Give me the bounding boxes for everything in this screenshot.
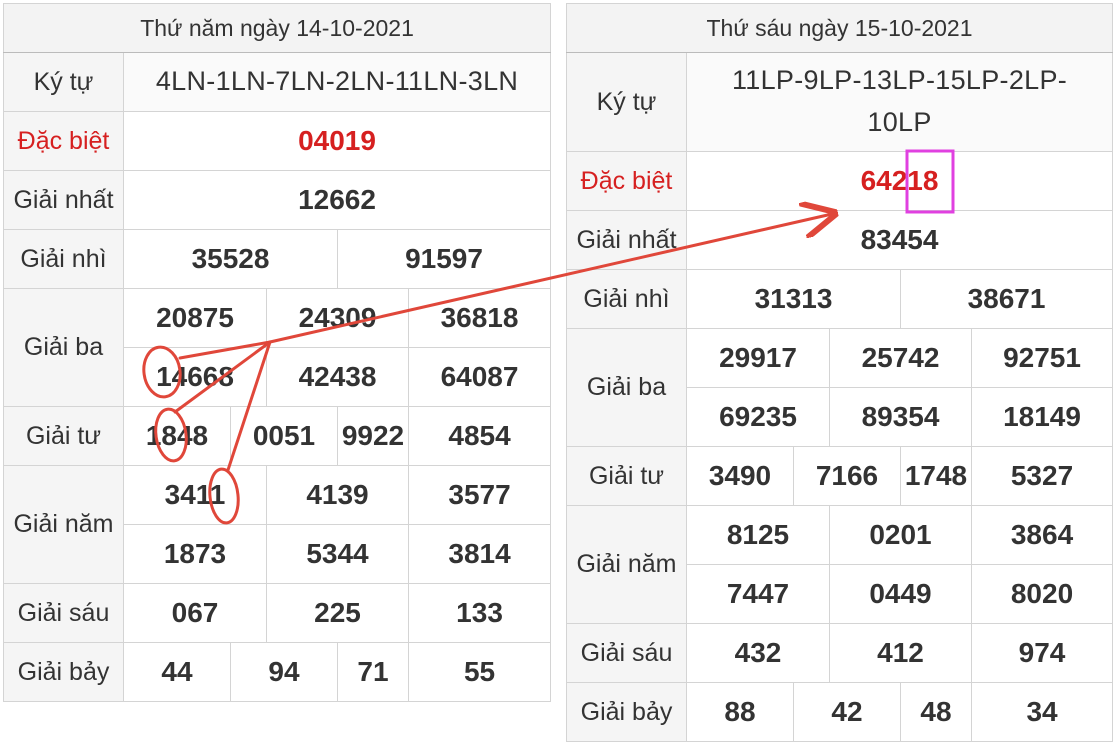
giai-nam-value: 8020	[970, 564, 1114, 624]
giai-nam-value: 7447	[686, 564, 830, 624]
label-giai-tu: Giải tư	[3, 406, 124, 466]
giai-nhi-value: 38671	[899, 269, 1114, 329]
label-giai-sau: Giải sáu	[566, 623, 687, 683]
giai-nhat-value: 83454	[685, 210, 1114, 270]
label-giai-sau: Giải sáu	[3, 583, 124, 643]
results-table-2021-10-14: Thứ năm ngày 14-10-2021 Ký tự 4LN-1LN-7L…	[2, 3, 552, 702]
giai-tu-value: 4854	[407, 406, 552, 466]
giai-tu-value: 5327	[970, 446, 1114, 506]
giai-sau-value: 412	[829, 623, 972, 683]
table-header-date: Thứ năm ngày 14-10-2021	[2, 3, 552, 53]
label-giai-nhat: Giải nhất	[566, 210, 687, 270]
giai-nam-value: 8125	[686, 505, 830, 565]
giai-ba-value: 20875	[123, 288, 267, 348]
giai-ba-value: 18149	[970, 387, 1114, 447]
giai-nam-value: 3577	[407, 465, 552, 525]
giai-tu-value: 7166	[793, 446, 901, 506]
label-giai-ba: Giải ba	[3, 288, 124, 407]
giai-tu-value: 1748	[900, 446, 972, 506]
giai-nhat-value: 12662	[122, 170, 552, 230]
giai-ba-value: 25742	[829, 328, 972, 388]
giai-sau-value: 432	[686, 623, 830, 683]
label-giai-nam: Giải năm	[566, 505, 687, 624]
giai-ba-value: 89354	[829, 387, 972, 447]
label-giai-bay: Giải bảy	[3, 642, 124, 702]
ky-tu-value: 4LN-1LN-7LN-2LN-11LN-3LN	[122, 52, 552, 112]
giai-bay-value: 48	[900, 682, 972, 742]
table-header-date: Thứ sáu ngày 15-10-2021	[565, 3, 1114, 53]
giai-nhi-value: 91597	[336, 229, 552, 289]
giai-nam-value: 3411	[123, 465, 267, 525]
label-giai-tu: Giải tư	[566, 446, 687, 506]
dac-biet-value: 64218	[685, 151, 1114, 211]
giai-sau-value: 133	[407, 583, 552, 643]
giai-nhi-value: 31313	[686, 269, 901, 329]
giai-ba-value: 29917	[686, 328, 830, 388]
giai-bay-value: 94	[230, 642, 338, 702]
giai-bay-value: 34	[970, 682, 1114, 742]
giai-tu-value: 3490	[686, 446, 794, 506]
label-dac-biet: Đặc biệt	[566, 151, 687, 211]
label-giai-nhat: Giải nhất	[3, 170, 124, 230]
giai-tu-value: 1848	[123, 406, 231, 466]
giai-sau-value: 974	[970, 623, 1114, 683]
giai-bay-value: 42	[793, 682, 901, 742]
label-giai-bay: Giải bảy	[566, 682, 687, 742]
giai-nam-value: 5344	[266, 524, 409, 584]
giai-ba-value: 69235	[686, 387, 830, 447]
giai-ba-value: 36818	[407, 288, 552, 348]
giai-nam-value: 3864	[970, 505, 1114, 565]
giai-ba-value: 64087	[407, 347, 552, 407]
results-table-2021-10-15: Thứ sáu ngày 15-10-2021 Ký tự 11LP-9LP-1…	[565, 3, 1114, 742]
giai-ba-value: 92751	[970, 328, 1114, 388]
label-giai-ba: Giải ba	[566, 328, 687, 447]
label-giai-nhi: Giải nhì	[566, 269, 687, 329]
label-giai-nam: Giải năm	[3, 465, 124, 584]
giai-bay-value: 55	[407, 642, 552, 702]
label-giai-nhi: Giải nhì	[3, 229, 124, 289]
dac-biet-value: 04019	[122, 111, 552, 171]
label-dac-biet: Đặc biệt	[3, 111, 124, 171]
giai-sau-value: 225	[266, 583, 409, 643]
giai-tu-value: 0051	[230, 406, 338, 466]
giai-bay-value: 88	[686, 682, 794, 742]
label-ky-tu: Ký tự	[566, 52, 687, 152]
giai-nam-value: 1873	[123, 524, 267, 584]
giai-ba-value: 42438	[266, 347, 409, 407]
giai-tu-value: 9922	[337, 406, 409, 466]
giai-ba-value: 14668	[123, 347, 267, 407]
giai-ba-value: 24309	[266, 288, 409, 348]
giai-nam-value: 3814	[407, 524, 552, 584]
label-ky-tu: Ký tự	[3, 52, 124, 112]
giai-nam-value: 4139	[266, 465, 409, 525]
ky-tu-value: 11LP-9LP-13LP-15LP-2LP-10LP	[685, 52, 1114, 152]
giai-nam-value: 0449	[829, 564, 972, 624]
giai-bay-value: 44	[123, 642, 231, 702]
giai-sau-value: 067	[123, 583, 267, 643]
giai-nhi-value: 35528	[123, 229, 338, 289]
giai-bay-value: 71	[337, 642, 409, 702]
giai-nam-value: 0201	[829, 505, 972, 565]
